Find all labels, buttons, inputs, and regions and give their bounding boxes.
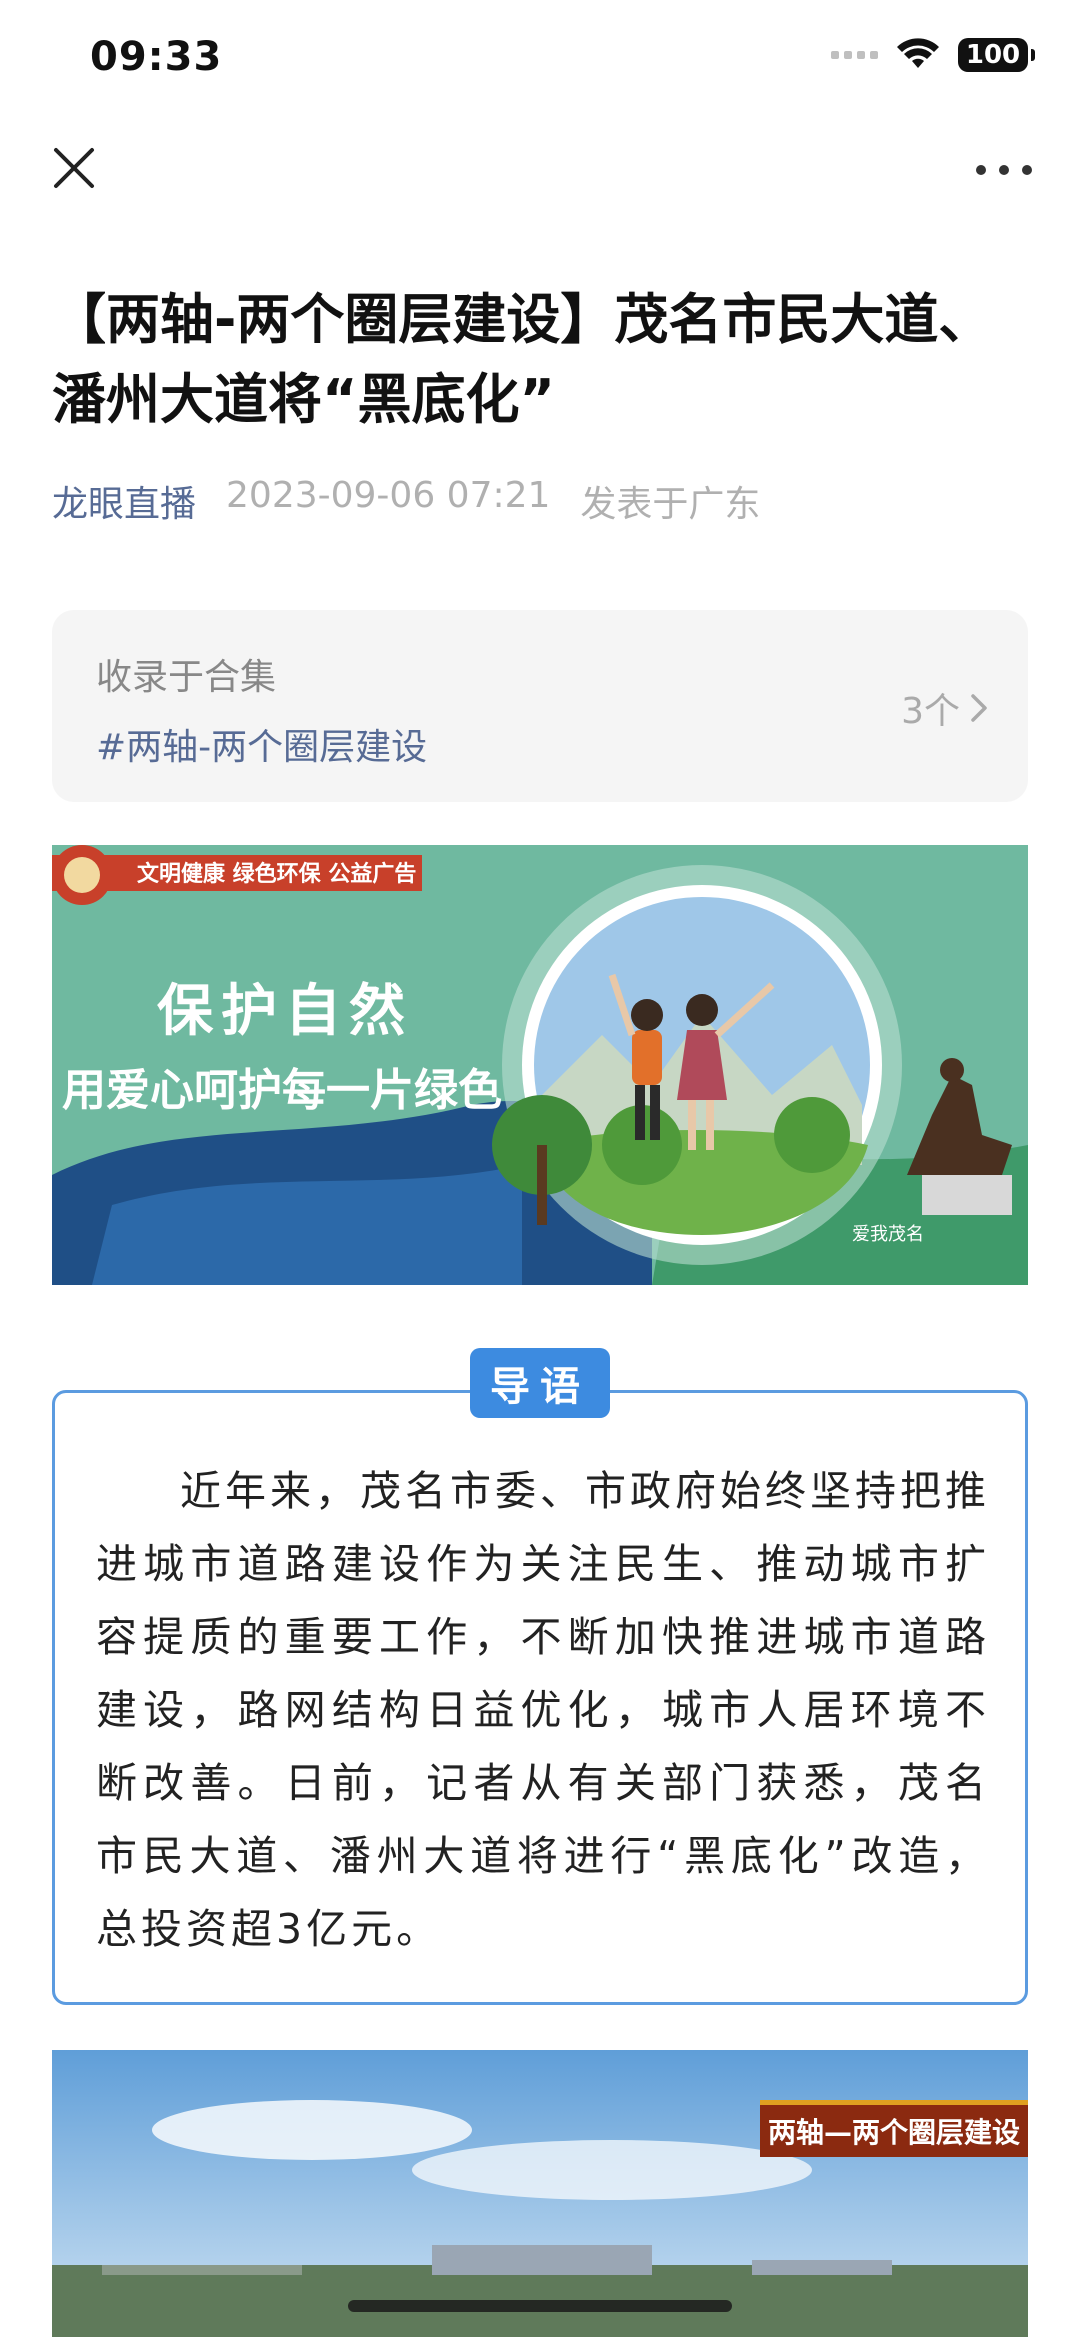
collection-count[interactable]: 3个: [901, 682, 988, 734]
banner-corner-text: 爱我茂名: [852, 1224, 924, 1245]
banner-illustration: 文明健康 绿色环保 公益广告 保护自然 用爱心呵护每一片绿色 爱我茂名: [52, 845, 1028, 1285]
status-bar: 09:33 100: [0, 0, 1080, 120]
intro-text: 近年来，茂名市委、市政府始终坚持把推进城市道路建设作为关注民生、推动城市扩容提质…: [96, 1467, 990, 1953]
intro-badge: 导语: [470, 1348, 610, 1418]
status-icons: 100: [831, 38, 1035, 72]
video-thumbnail[interactable]: 两轴—两个圈层建设: [52, 2050, 1028, 2337]
home-indicator[interactable]: [348, 2300, 732, 2312]
close-icon[interactable]: [48, 142, 100, 194]
video-scene: [52, 2050, 1028, 2337]
article-location: 发表于广东: [580, 484, 761, 525]
article-source-link[interactable]: 龙眼直播: [52, 475, 196, 527]
collection-tag[interactable]: #两轴-两个圈层建设: [96, 718, 427, 770]
banner-ribbon-text: 文明健康 绿色环保 公益广告: [137, 861, 416, 887]
status-time: 09:33: [90, 34, 223, 80]
banner-headline: 保护自然: [157, 979, 413, 1044]
signal-icon: [831, 51, 878, 59]
wifi-icon: [897, 38, 939, 68]
video-caption: 两轴—两个圈层建设: [759, 2100, 1028, 2157]
chevron-right-icon: [971, 694, 987, 722]
battery-icon: 100: [958, 38, 1035, 72]
article-datetime: 2023-09-06 07:21: [226, 475, 551, 516]
article-title: 【两轴-两个圈层建设】茂名市民大道、潘州大道将“黑底化”: [52, 288, 993, 431]
collection-card[interactable]: 收录于合集 #两轴-两个圈层建设 3个: [52, 610, 1028, 802]
banner-subline: 用爱心呵护每一片绿色: [62, 1065, 502, 1116]
top-navigation: [0, 140, 1080, 200]
collection-label: 收录于合集: [96, 657, 277, 698]
collection-count-text: 3个: [901, 691, 960, 732]
more-icon[interactable]: [976, 162, 1032, 178]
article-meta: 龙眼直播 2023-09-06 07:21 发表于广东: [52, 475, 760, 527]
banner-image: 文明健康 绿色环保 公益广告 保护自然 用爱心呵护每一片绿色 爱我茂名: [52, 845, 1028, 1285]
